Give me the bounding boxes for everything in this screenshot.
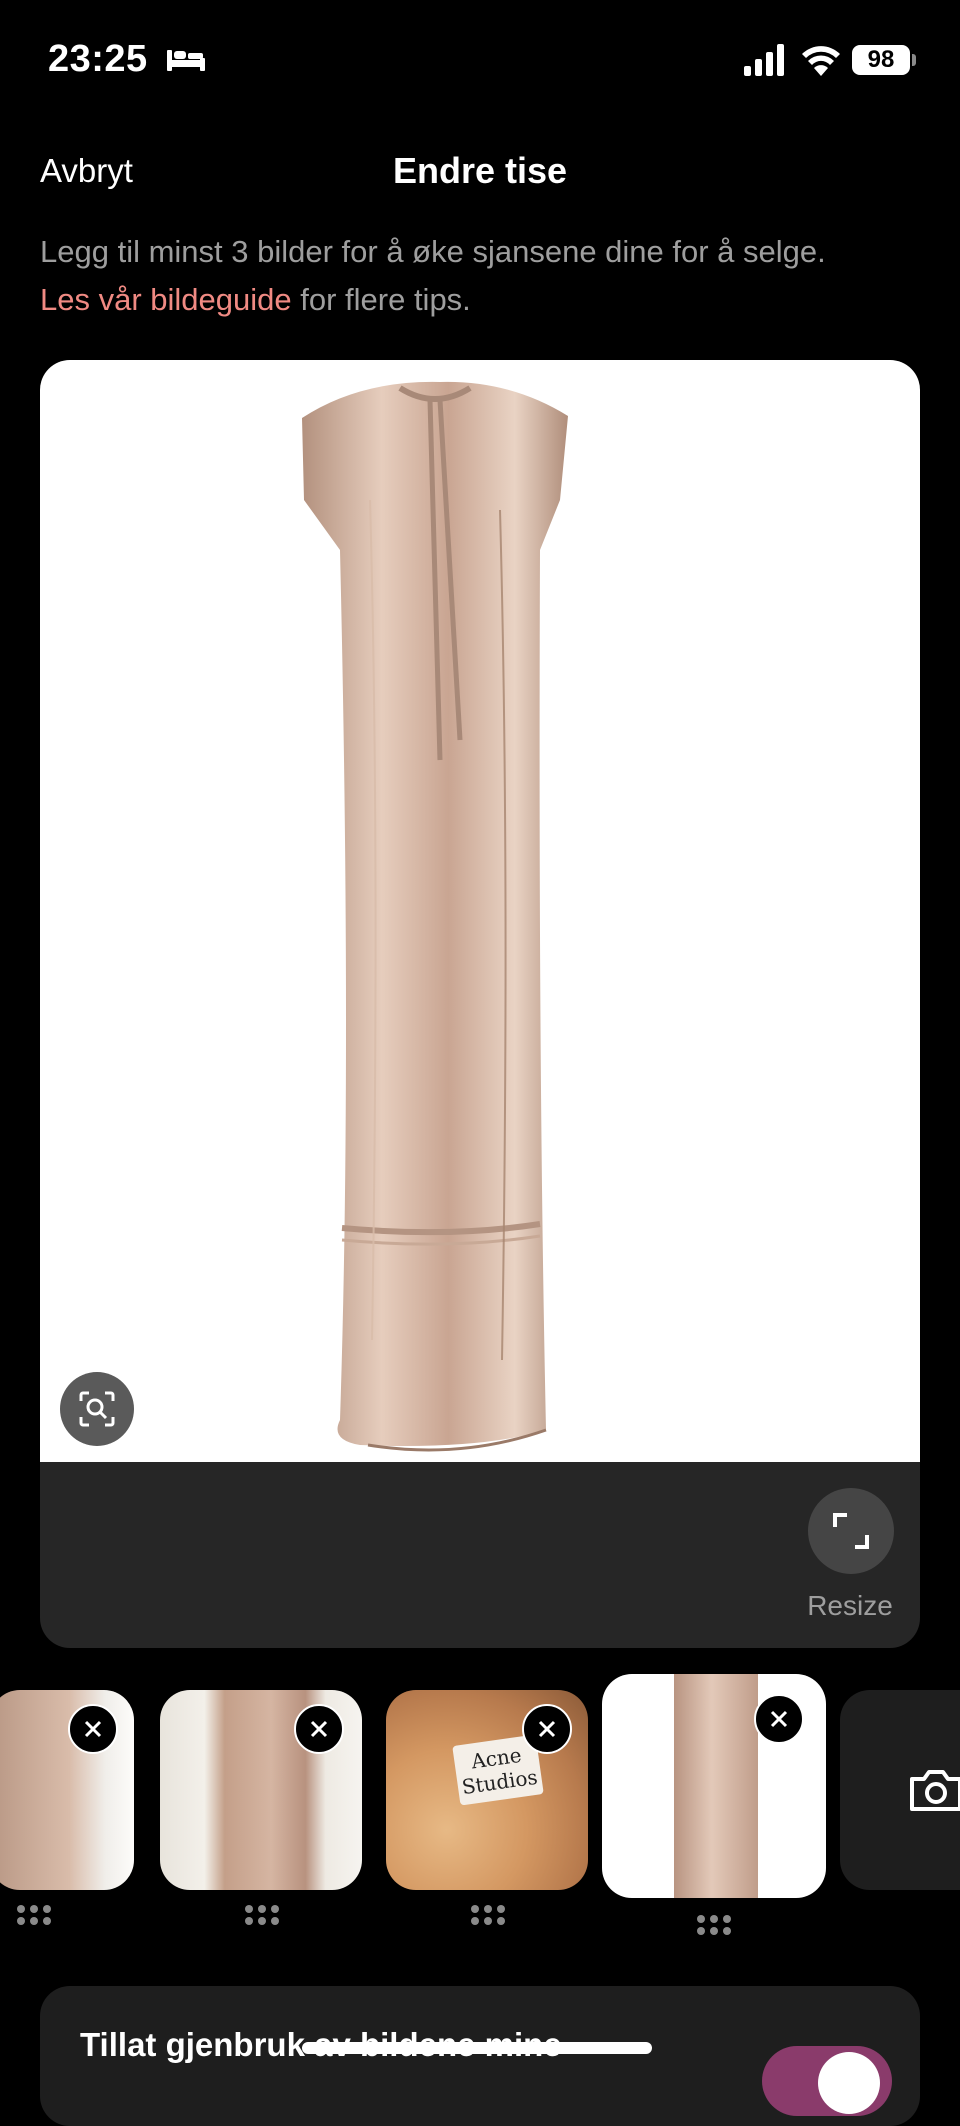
remove-thumbnail-1-button[interactable]: [68, 1704, 118, 1754]
home-indicator: [302, 2042, 652, 2054]
close-icon: [84, 1720, 102, 1738]
close-icon: [770, 1710, 788, 1728]
hint-text: Legg til minst 3 bilder for å øke sjanse…: [40, 234, 826, 269]
remove-thumbnail-2-button[interactable]: [294, 1704, 344, 1754]
remove-thumbnail-3-button[interactable]: [522, 1704, 572, 1754]
thumbnail-4-dress: [674, 1674, 758, 1898]
cellular-signal-icon: [744, 44, 784, 76]
wifi-icon: [802, 46, 840, 76]
visual-search-icon: [79, 1391, 115, 1427]
drag-handle-icon[interactable]: [244, 1904, 280, 1926]
photo-guide-link[interactable]: Les vår bildeguide: [40, 282, 292, 317]
photo-editor-card: Resize: [40, 360, 920, 1648]
camera-icon: [910, 1770, 960, 1811]
close-icon: [310, 1720, 328, 1738]
visual-search-button[interactable]: [60, 1372, 134, 1446]
status-time: 23:25: [48, 38, 148, 80]
sleep-focus-icon: [167, 50, 205, 71]
remove-thumbnail-4-button[interactable]: [754, 1694, 804, 1744]
toggle-knob: [818, 2052, 880, 2114]
photo-hint-text: Legg til minst 3 bilder for å øke sjanse…: [40, 228, 930, 324]
drag-handle-icon[interactable]: [696, 1914, 732, 1936]
resize-label: Resize: [807, 1590, 893, 1621]
resize-icon: [833, 1513, 869, 1549]
close-icon: [538, 1720, 556, 1738]
battery-indicator: 98: [852, 45, 910, 75]
hint-suffix: for flere tips.: [291, 282, 471, 317]
main-photo[interactable]: [40, 360, 920, 1462]
resize-button[interactable]: [808, 1488, 894, 1574]
page-title: Endre tise: [392, 150, 568, 191]
add-photo-button[interactable]: [840, 1690, 960, 1890]
drag-handle-icon[interactable]: [16, 1904, 52, 1926]
dress-image: [302, 381, 568, 1452]
drag-handle-icon[interactable]: [470, 1904, 506, 1926]
battery-tip: [912, 54, 916, 66]
